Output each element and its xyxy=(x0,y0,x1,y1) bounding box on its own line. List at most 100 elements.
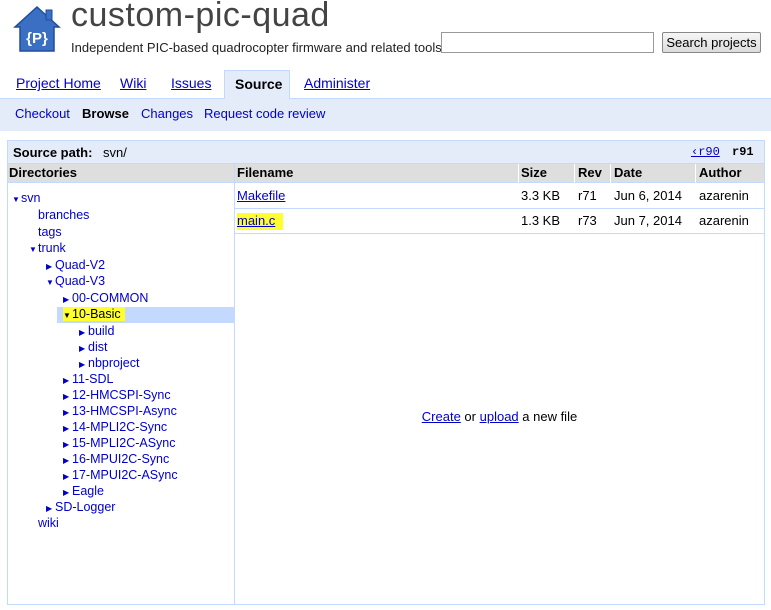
file-link-main-c[interactable]: main.c xyxy=(237,213,284,230)
collapsed-arrow-icon[interactable]: ▶ xyxy=(63,408,72,417)
tree-node-build[interactable]: ▶ build xyxy=(79,324,114,340)
tree-node-dist[interactable]: ▶ dist xyxy=(79,340,107,356)
tree-node-label: 11-SDL xyxy=(72,372,114,386)
file-row: Makefile 3.3 KB r71 Jun 6, 2014 azarenin xyxy=(235,184,764,209)
expanded-arrow-icon[interactable]: ▼ xyxy=(29,245,38,254)
tree-node-label: 14-MPLI2C-Sync xyxy=(72,420,168,434)
tree-node-label: 12-HMCSPI-Sync xyxy=(72,388,171,402)
create-file-link[interactable]: Create xyxy=(422,409,461,424)
tree-node-wiki[interactable]: wiki xyxy=(38,516,59,532)
file-rev: r73 xyxy=(578,213,597,228)
source-path-label: Source path: xyxy=(13,145,93,160)
tab-project-home[interactable]: Project Home xyxy=(6,70,111,99)
collapsed-arrow-icon[interactable]: ▶ xyxy=(63,488,72,497)
tree-node-label: tags xyxy=(38,225,62,239)
tree-node-label: trunk xyxy=(38,241,66,255)
tree-node-label: SD-Logger xyxy=(55,500,116,514)
tree-node-label: branches xyxy=(38,208,90,222)
tree-node-label: 00-COMMON xyxy=(72,291,149,305)
collapsed-arrow-icon[interactable]: ▶ xyxy=(63,295,72,304)
subtab-request-code-review[interactable]: Request code review xyxy=(204,106,325,121)
collapsed-arrow-icon[interactable]: ▶ xyxy=(46,504,55,513)
tab-administer[interactable]: Administer xyxy=(294,70,380,99)
tree-node-tags[interactable]: tags xyxy=(38,225,62,241)
collapsed-arrow-icon[interactable]: ▶ xyxy=(79,328,88,337)
file-size: 3.3 KB xyxy=(521,188,561,203)
tree-node-svn[interactable]: ▼svn xyxy=(12,191,40,207)
upload-file-link[interactable]: upload xyxy=(480,409,519,424)
column-header-rev[interactable]: Rev xyxy=(578,165,602,180)
column-header-date[interactable]: Date xyxy=(614,165,642,180)
tab-source[interactable]: Source xyxy=(224,70,290,100)
file-author: azarenin xyxy=(699,188,749,203)
collapsed-arrow-icon[interactable]: ▶ xyxy=(63,456,72,465)
tree-node-16-mpui2c-sync[interactable]: ▶ 16-MPUI2C-Sync xyxy=(63,452,169,468)
directories-header: Directories xyxy=(8,164,234,183)
tree-node-label: nbproject xyxy=(88,356,140,370)
column-header-size[interactable]: Size xyxy=(521,165,547,180)
tree-node-17-mpui2c-async[interactable]: ▶ 17-MPUI2C-ASync xyxy=(63,468,178,484)
house-logo-icon: {P} xyxy=(13,5,61,52)
column-separator xyxy=(695,164,696,183)
tree-node-label: 15-MPLI2C-ASync xyxy=(72,436,176,450)
logo-text: {P} xyxy=(26,30,48,47)
collapsed-arrow-icon[interactable]: ▶ xyxy=(63,424,72,433)
tree-node-sd-logger[interactable]: ▶ SD-Logger xyxy=(46,500,115,516)
file-link-makefile[interactable]: Makefile xyxy=(237,188,285,203)
column-header-author[interactable]: Author xyxy=(699,165,742,180)
file-row: main.c 1.3 KB r73 Jun 7, 2014 azarenin xyxy=(235,209,764,234)
tree-node-quad-v2[interactable]: ▶ Quad-V2 xyxy=(46,258,105,274)
file-rev: r71 xyxy=(578,188,597,203)
file-date: Jun 6, 2014 xyxy=(614,188,682,203)
create-upload-message: Create or upload a new file xyxy=(235,409,764,424)
column-separator xyxy=(518,164,519,183)
subtab-browse[interactable]: Browse xyxy=(82,106,129,121)
source-path-value: svn/ xyxy=(103,145,127,160)
tree-node-label: 13-HMCSPI-Async xyxy=(72,404,177,418)
tab-wiki[interactable]: Wiki xyxy=(110,70,156,99)
search-projects-button[interactable]: Search projects xyxy=(662,32,761,53)
tree-node-quad-v3[interactable]: ▼Quad-V3 xyxy=(46,274,105,290)
tree-node-label: Quad-V2 xyxy=(55,258,106,272)
new-file-text: a new file xyxy=(518,409,578,424)
tab-issues[interactable]: Issues xyxy=(161,70,221,99)
subtab-checkout[interactable]: Checkout xyxy=(15,106,70,121)
column-header-filename[interactable]: Filename xyxy=(237,165,293,180)
tree-node-11-sdl[interactable]: ▶ 11-SDL xyxy=(63,372,113,388)
tree-node-nbproject[interactable]: ▶ nbproject xyxy=(79,356,139,372)
subtab-changes[interactable]: Changes xyxy=(141,106,193,121)
tree-node-12-hmcspi-sync[interactable]: ▶ 12-HMCSPI-Sync xyxy=(63,388,171,404)
collapsed-arrow-icon[interactable]: ▶ xyxy=(63,472,72,481)
tree-node-00-common[interactable]: ▶ 00-COMMON xyxy=(63,291,148,307)
project-logo[interactable]: {P} xyxy=(12,4,62,54)
collapsed-arrow-icon[interactable]: ▶ xyxy=(46,262,55,271)
file-date: Jun 7, 2014 xyxy=(614,213,682,228)
project-name[interactable]: custom-pic-quad xyxy=(71,0,330,35)
column-separator xyxy=(574,164,575,183)
collapsed-arrow-icon[interactable]: ▶ xyxy=(63,440,72,449)
tree-node-15-mpli2c-async[interactable]: ▶ 15-MPLI2C-ASync xyxy=(63,436,176,452)
highlight-marker: ▼10-Basic xyxy=(63,307,125,321)
expanded-arrow-icon[interactable]: ▼ xyxy=(63,311,72,320)
tree-node-label: 17-MPUI2C-ASync xyxy=(72,468,178,482)
current-revision: r91 xyxy=(732,145,754,159)
expanded-arrow-icon[interactable]: ▼ xyxy=(46,278,55,287)
search-projects-input[interactable] xyxy=(441,32,654,53)
tree-node-14-mpli2c-sync[interactable]: ▶ 14-MPLI2C-Sync xyxy=(63,420,167,436)
or-text: or xyxy=(460,409,480,424)
tree-node-10-basic[interactable]: ▼10-Basic xyxy=(57,307,234,323)
file-size: 1.3 KB xyxy=(521,213,561,228)
expanded-arrow-icon[interactable]: ▼ xyxy=(12,195,21,204)
collapsed-arrow-icon[interactable]: ▶ xyxy=(63,376,72,385)
tree-node-branches[interactable]: branches xyxy=(38,208,89,224)
tree-node-label: svn xyxy=(21,191,41,205)
tree-node-13-hmcspi-async[interactable]: ▶ 13-HMCSPI-Async xyxy=(63,404,177,420)
collapsed-arrow-icon[interactable]: ▶ xyxy=(79,344,88,353)
tree-node-eagle[interactable]: ▶ Eagle xyxy=(63,484,104,500)
collapsed-arrow-icon[interactable]: ▶ xyxy=(63,392,72,401)
tree-node-trunk[interactable]: ▼trunk xyxy=(29,241,66,257)
previous-revision-link[interactable]: ‹r90 xyxy=(691,145,720,159)
source-subtabs: Checkout Browse Changes Request code rev… xyxy=(0,99,771,131)
column-separator xyxy=(610,164,611,183)
collapsed-arrow-icon[interactable]: ▶ xyxy=(79,360,88,369)
